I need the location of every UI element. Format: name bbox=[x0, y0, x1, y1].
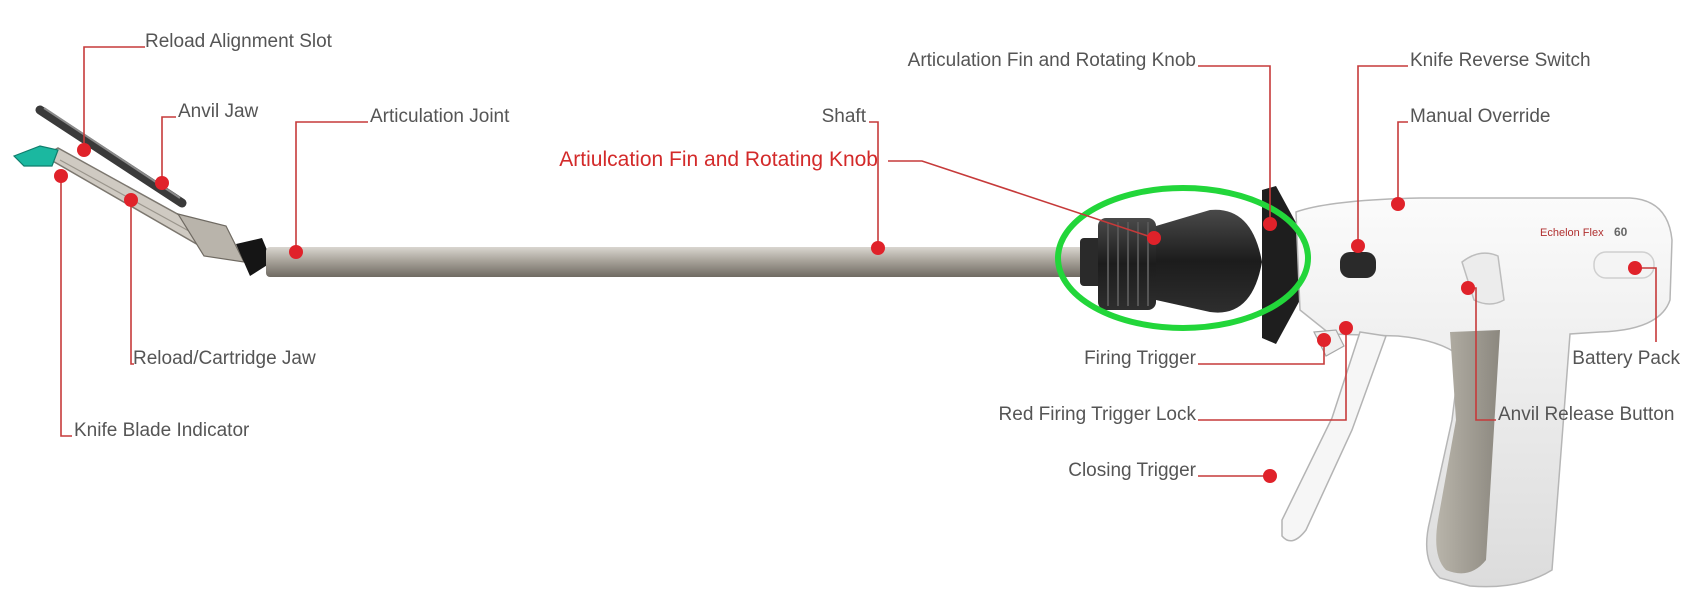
label-anvil-jaw: Anvil Jaw bbox=[178, 101, 259, 122]
label-reload-cartridge-jaw: Reload/Cartridge Jaw bbox=[133, 348, 316, 369]
callout-articulation-fin-top: Articulation Fin and Rotating Knob bbox=[908, 50, 1277, 231]
label-articulation-fin-highlight: Artiulcation Fin and Rotating Knob bbox=[559, 148, 878, 171]
label-battery-pack: Battery Pack bbox=[1572, 348, 1680, 369]
label-manual-override: Manual Override bbox=[1410, 106, 1550, 127]
rotating-knob-shape bbox=[1080, 186, 1300, 344]
label-articulation-joint: Articulation Joint bbox=[370, 106, 510, 127]
label-shaft: Shaft bbox=[822, 106, 867, 127]
label-knife-blade-indicator: Knife Blade Indicator bbox=[74, 420, 250, 441]
label-articulation-fin-top: Articulation Fin and Rotating Knob bbox=[908, 50, 1196, 71]
knife-reverse-switch-shape bbox=[1340, 252, 1376, 278]
device-brand-text: Echelon Flex bbox=[1540, 227, 1604, 239]
callout-red-firing-trigger-lock: Red Firing Trigger Lock bbox=[999, 321, 1353, 425]
label-reload-alignment-slot: Reload Alignment Slot bbox=[145, 31, 333, 52]
callout-shaft: Shaft bbox=[822, 106, 885, 255]
label-knife-reverse-switch: Knife Reverse Switch bbox=[1410, 50, 1591, 71]
end-effector bbox=[12, 105, 272, 276]
cartridge-tip-shape bbox=[12, 145, 59, 167]
label-closing-trigger: Closing Trigger bbox=[1068, 460, 1196, 481]
label-firing-trigger: Firing Trigger bbox=[1084, 348, 1197, 369]
diagram-canvas: Echelon Flex 60 Reload Alignment Slot An… bbox=[12, 31, 1680, 588]
callout-firing-trigger: Firing Trigger bbox=[1084, 333, 1331, 369]
stapler-diagram: Echelon Flex 60 Reload Alignment Slot An… bbox=[0, 0, 1696, 608]
callout-reload-alignment-slot: Reload Alignment Slot bbox=[77, 31, 333, 157]
callout-anvil-jaw: Anvil Jaw bbox=[155, 101, 259, 190]
battery-pack-cover-shape bbox=[1593, 251, 1655, 279]
callout-closing-trigger: Closing Trigger bbox=[1068, 460, 1277, 483]
label-red-firing-trigger-lock: Red Firing Trigger Lock bbox=[999, 404, 1197, 425]
device-model-text: 60 bbox=[1614, 225, 1628, 239]
label-anvil-release-button: Anvil Release Button bbox=[1498, 404, 1674, 425]
callout-manual-override: Manual Override bbox=[1391, 106, 1550, 211]
shaft-shape bbox=[266, 247, 1086, 277]
callout-articulation-joint: Articulation Joint bbox=[289, 106, 510, 259]
